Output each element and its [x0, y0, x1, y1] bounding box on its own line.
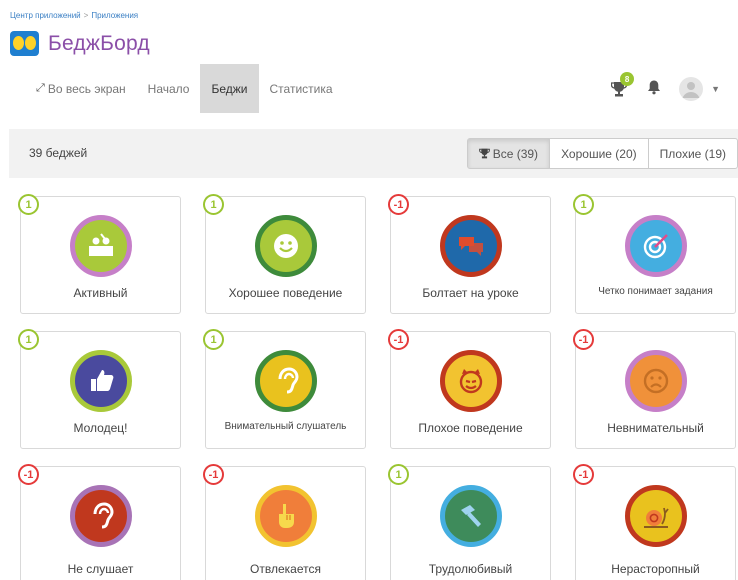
- app-logo-icon: [10, 31, 39, 56]
- badge-points: 1: [18, 329, 39, 350]
- filter-all-label: Все (39): [492, 146, 539, 161]
- badge-points: 1: [203, 329, 224, 350]
- trophy-icon: [478, 148, 490, 159]
- badge-points: 1: [573, 194, 594, 215]
- badge-name: Отвлекается: [250, 562, 321, 576]
- bell-icon: [648, 80, 661, 94]
- badge-points: -1: [388, 329, 409, 350]
- filter-all-button[interactable]: Все (39): [466, 138, 551, 169]
- hammer-icon: [439, 485, 502, 547]
- main-nav: ⤢ Во весь экран Начало Беджи Статистика: [25, 64, 344, 113]
- devil-face-icon: [439, 350, 502, 412]
- speech-bubbles-icon: [439, 215, 502, 277]
- badge-card[interactable]: 1 Четко понимает задания: [573, 194, 736, 314]
- badge-name: Четко понимает задания: [598, 286, 713, 297]
- breadcrumb-parent-link[interactable]: Центр приложений: [10, 11, 81, 20]
- breadcrumb-separator: >: [83, 11, 89, 20]
- app-header: БеджБорд: [10, 31, 150, 56]
- badge-points: 1: [203, 194, 224, 215]
- badge-card[interactable]: -1 Плохое поведение: [388, 329, 551, 449]
- chevron-down-icon[interactable]: ▼: [711, 84, 720, 94]
- filter-good-button[interactable]: Хорошие (20): [549, 138, 649, 169]
- badge-card[interactable]: -1 Не слушает: [18, 464, 181, 580]
- badge-card[interactable]: 1 Трудолюбивый: [388, 464, 551, 580]
- badge-name: Не слушает: [67, 562, 134, 576]
- nav-fullscreen[interactable]: ⤢ Во весь экран: [25, 64, 137, 113]
- badge-name: Трудолюбивый: [428, 562, 513, 576]
- trophy-button[interactable]: 8: [611, 72, 635, 100]
- target-icon: [624, 215, 687, 277]
- nav-stats[interactable]: Статистика: [259, 64, 344, 113]
- app-title: БеджБорд: [48, 31, 150, 55]
- badge-name: Плохое поведение: [418, 421, 523, 435]
- filter-group: Все (39) Хорошие (20) Плохие (19): [466, 138, 738, 169]
- user-icon: [682, 82, 700, 98]
- badge-name: Хорошее поведение: [228, 286, 343, 300]
- notifications-button[interactable]: [647, 79, 661, 100]
- ear-icon: [254, 350, 317, 412]
- badge-card[interactable]: -1 Отвлекается: [203, 464, 366, 580]
- badge-card[interactable]: -1 Нерасторопный: [573, 464, 736, 580]
- badge-points: 1: [18, 194, 39, 215]
- badge-grid: 1 Активный 1 Хорошее поведение -1 Болтает на …: [18, 194, 736, 580]
- sad-face-icon: [624, 350, 687, 412]
- badge-name: Внимательный слушатель: [224, 421, 347, 432]
- presentation-icon: [69, 215, 132, 277]
- badge-points: -1: [18, 464, 39, 485]
- nav-badges[interactable]: Беджи: [200, 64, 259, 113]
- badge-card[interactable]: -1 Невнимательный: [573, 329, 736, 449]
- filter-bad-button[interactable]: Плохие (19): [647, 138, 738, 169]
- snail-icon: [624, 485, 687, 547]
- badge-name: Болтает на уроке: [422, 286, 519, 300]
- nav-home[interactable]: Начало: [137, 64, 201, 113]
- badge-name: Молодец!: [73, 421, 128, 435]
- badge-card[interactable]: 1 Активный: [18, 194, 181, 314]
- badges-toolbar: 39 беджей Все (39) Хорошие (20) Плохие (…: [9, 129, 738, 178]
- trophy-count-badge: 8: [620, 72, 635, 86]
- badge-count: 39 беджей: [29, 146, 88, 160]
- user-avatar[interactable]: [679, 77, 704, 101]
- ear-icon: [69, 485, 132, 547]
- badge-card[interactable]: 1 Молодец!: [18, 329, 181, 449]
- badge-points: -1: [203, 464, 224, 485]
- badge-points: -1: [573, 464, 594, 485]
- badge-name: Активный: [73, 286, 128, 300]
- badge-points: -1: [573, 329, 594, 350]
- top-icons: 8 ▼: [611, 72, 720, 101]
- badge-card[interactable]: -1 Болтает на уроке: [388, 194, 551, 314]
- pointing-hand-icon: [254, 485, 317, 547]
- breadcrumb: Центр приложений > Приложения: [10, 11, 138, 20]
- badge-points: -1: [388, 194, 409, 215]
- badge-name: Нерасторопный: [611, 562, 700, 576]
- badge-name: Невнимательный: [607, 421, 704, 435]
- expand-icon: ⤢: [36, 82, 45, 94]
- nav-fullscreen-label: Во весь экран: [47, 81, 126, 96]
- badge-card[interactable]: 1 Хорошее поведение: [203, 194, 366, 314]
- smiley-icon: [254, 215, 317, 277]
- badge-points: 1: [388, 464, 409, 485]
- breadcrumb-current-link[interactable]: Приложения: [91, 11, 138, 20]
- badge-card[interactable]: 1 Внимательный слушатель: [203, 329, 366, 449]
- thumbs-up-icon: [69, 350, 132, 412]
